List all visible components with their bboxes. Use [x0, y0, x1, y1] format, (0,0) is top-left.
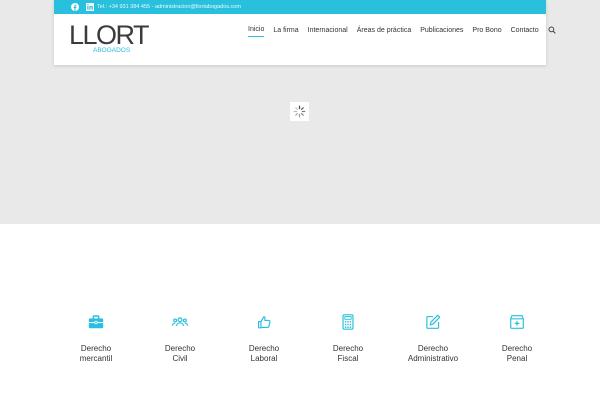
- service-title-line1: Derecho: [164, 344, 196, 353]
- service-title-line2: Civil: [172, 354, 188, 363]
- top-bar: Tel.: +34 931 384 455 - administracion@l…: [54, 0, 546, 14]
- thumbs-up-icon: [258, 316, 271, 329]
- service-title-line2: Laboral: [250, 354, 278, 363]
- service-title-line1: Derecho: [417, 344, 449, 353]
- nav-item-pro-bono[interactable]: Pro Bono: [472, 27, 501, 37]
- nav-item-internacional[interactable]: Internacional: [308, 27, 348, 37]
- service-title-line1: Derecho: [501, 344, 533, 353]
- service-title-line2: mercantil: [79, 354, 113, 363]
- service-derecho-fiscal[interactable]: Derecho Fiscal: [308, 313, 388, 364]
- nav-item-la-firma[interactable]: La firma: [273, 27, 298, 37]
- service-derecho-mercantil[interactable]: Derecho mercantil: [56, 313, 136, 364]
- logo-subtitle: ABOGADOS: [93, 47, 131, 54]
- nav-item-publicaciones[interactable]: Publicaciones: [420, 27, 463, 37]
- facebook-icon[interactable]: [70, 2, 80, 12]
- contact-info: Tel.: +34 931 384 455 - administracion@l…: [97, 4, 241, 10]
- service-title-line1: Derecho: [248, 344, 280, 353]
- calculator-icon: [342, 314, 354, 330]
- nav-item-areas-de-practica[interactable]: Áreas de práctica: [357, 27, 411, 37]
- logo-wordmark[interactable]: LLORT: [69, 22, 150, 49]
- briefcase-icon: [88, 315, 104, 329]
- service-title-line2: Administrativo: [407, 354, 459, 363]
- loading-spinner: [290, 102, 309, 121]
- service-derecho-penal[interactable]: Derecho Penal: [477, 313, 557, 364]
- service-derecho-administrativo[interactable]: Derecho Administrativo: [393, 313, 473, 364]
- service-title-line2: Penal: [506, 354, 528, 363]
- search-icon[interactable]: [548, 26, 556, 34]
- linkedin-icon[interactable]: [85, 2, 95, 12]
- people-icon: [171, 317, 189, 327]
- main-nav: Inicio La firma Internacional Áreas de p…: [248, 26, 556, 37]
- edit-icon: [426, 314, 441, 329]
- service-title-line1: Derecho: [80, 344, 112, 353]
- nav-item-inicio[interactable]: Inicio: [248, 26, 265, 37]
- service-title-line1: Derecho: [332, 344, 364, 353]
- medkit-icon: [510, 315, 524, 329]
- service-derecho-laboral[interactable]: Derecho Laboral: [224, 313, 304, 364]
- service-derecho-civil[interactable]: Derecho Civil: [140, 313, 220, 364]
- site-header: Tel.: +34 931 384 455 - administracion@l…: [54, 0, 556, 65]
- nav-item-contacto[interactable]: Contacto: [511, 27, 539, 37]
- service-title-line2: Fiscal: [337, 354, 359, 363]
- spinner-icon: [293, 105, 306, 118]
